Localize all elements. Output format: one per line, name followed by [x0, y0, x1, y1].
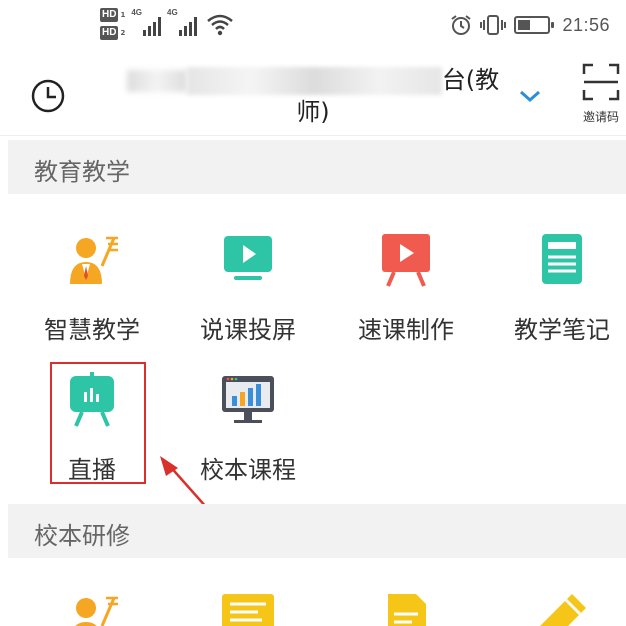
status-right: 21:56	[450, 14, 610, 36]
file-icon	[388, 594, 426, 626]
sim2-network: 4G	[167, 8, 178, 17]
pencil-icon	[540, 594, 586, 626]
grid-item-label: 智慧教学	[44, 316, 140, 344]
hd1-sub: 1	[120, 11, 126, 19]
signal-icon: 4G	[131, 8, 161, 36]
title-redacted-middle	[186, 67, 442, 95]
sim1-network: 4G	[131, 8, 142, 17]
invite-code-button[interactable]: 邀请码	[576, 62, 626, 134]
grid-item-training-1[interactable]	[22, 592, 162, 626]
status-time: 21:56	[562, 14, 610, 35]
hd2-indicator: HD 2	[100, 26, 125, 40]
grid-item-lecture-cast[interactable]: 说课投屏	[178, 232, 318, 345]
status-bar: HD 1 HD 2 4G 4G 21:56	[0, 0, 626, 56]
section-title: 教育教学	[34, 158, 130, 186]
battery-icon	[514, 16, 555, 34]
vibrate-icon	[480, 15, 507, 35]
hd1-badge: HD	[100, 8, 119, 22]
hd1-indicator: HD 1	[100, 8, 125, 22]
grid-item-training-3[interactable]	[336, 592, 476, 626]
grid-item-label: 校本课程	[200, 456, 296, 484]
section-header-school-training: 校本研修	[8, 504, 626, 558]
highlight-box	[50, 362, 146, 484]
teacher-icon	[75, 596, 118, 626]
page-title: 台(教 师)	[118, 64, 508, 128]
chevron-down-icon[interactable]	[516, 82, 544, 110]
grid-item-teaching-notes[interactable]: 教学笔记	[492, 232, 626, 345]
notes-icon	[542, 234, 582, 284]
monitor-chart-icon	[222, 376, 274, 423]
section-title: 校本研修	[34, 522, 130, 550]
grid-item-label: 教学笔记	[514, 316, 610, 344]
invite-code-label: 邀请码	[582, 110, 619, 124]
wifi-icon	[206, 14, 233, 36]
grid-item-label: 说课投屏	[200, 316, 296, 344]
grid-item-training-2[interactable]	[178, 592, 318, 626]
title-visible-end: 台(教	[441, 66, 500, 94]
document-icon	[222, 594, 274, 626]
video-board-icon	[382, 234, 430, 287]
title-redacted-start	[126, 70, 187, 92]
grid-item-label: 速课制作	[358, 316, 454, 344]
section-header-teaching: 教育教学	[8, 140, 626, 194]
signal-icon-2: 4G	[167, 8, 197, 36]
grid-item-school-courses[interactable]: 校本课程	[178, 372, 318, 485]
hd2-badge: HD	[100, 26, 119, 40]
title-line-2: 师)	[296, 98, 330, 126]
hd2-sub: 2	[120, 29, 126, 37]
scan-icon	[582, 63, 620, 101]
grid-item-quick-course[interactable]: 速课制作	[336, 232, 476, 345]
hd-indicators: HD 1 HD 2	[100, 8, 125, 40]
battery-fill	[518, 20, 530, 30]
status-left: HD 1 HD 2 4G 4G	[100, 8, 233, 48]
grid-item-training-4[interactable]	[492, 592, 626, 626]
alarm-icon	[451, 15, 472, 35]
history-clock-icon[interactable]	[30, 78, 66, 114]
grid-item-smart-teaching[interactable]: 智慧教学	[22, 232, 162, 345]
screen-play-icon	[224, 236, 272, 280]
app-header: 台(教 师) 邀请码	[0, 56, 626, 136]
teacher-icon	[70, 236, 118, 284]
